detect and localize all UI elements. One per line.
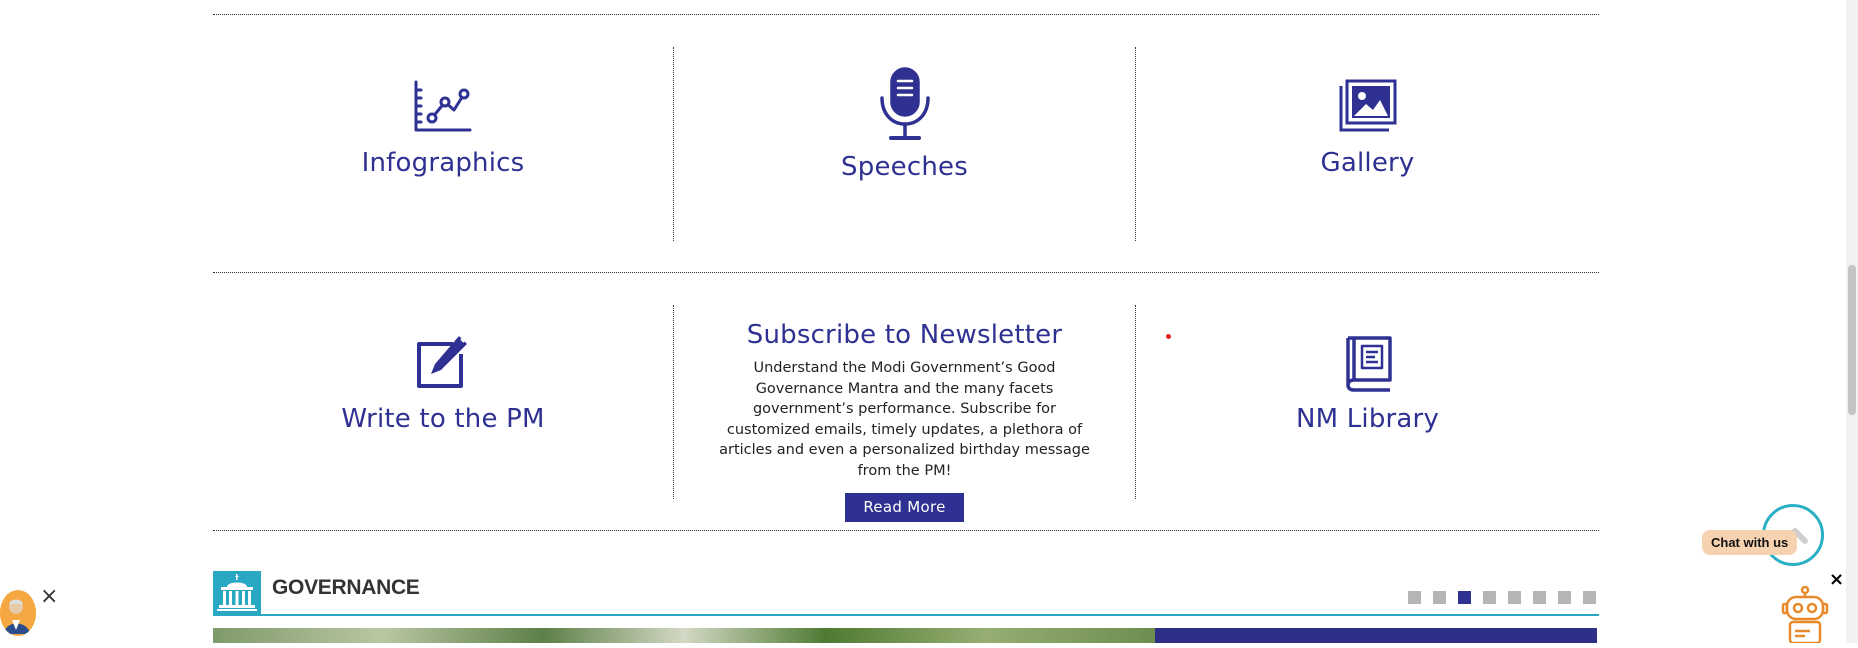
page-scrollbar[interactable] <box>1846 0 1858 643</box>
carousel-dot-8[interactable] <box>1583 591 1596 604</box>
read-more-button[interactable]: Read More <box>845 493 964 522</box>
write-to-pm-label: Write to the PM <box>341 404 545 434</box>
divider-top <box>213 14 1599 15</box>
government-building-icon <box>213 571 261 615</box>
divider-middle <box>213 272 1599 273</box>
tile-speeches[interactable]: Speeches <box>674 66 1135 182</box>
microphone-icon <box>674 66 1135 144</box>
carousel-dot-2[interactable] <box>1433 591 1446 604</box>
tile-write-to-pm[interactable]: Write to the PM <box>213 334 673 434</box>
carousel-dot-3[interactable] <box>1458 591 1471 604</box>
book-icon <box>1136 334 1599 392</box>
chatbot-robot[interactable] <box>1780 585 1830 645</box>
tile-newsletter: Subscribe to Newsletter Understand the M… <box>674 320 1135 522</box>
avatar-icon <box>0 591 36 635</box>
speeches-label: Speeches <box>841 152 968 182</box>
carousel-dot-1[interactable] <box>1408 591 1421 604</box>
robot-icon <box>1781 585 1829 645</box>
gallery-label: Gallery <box>1320 148 1415 178</box>
avatar-close-button[interactable]: × <box>40 584 58 609</box>
carousel-dot-4[interactable] <box>1483 591 1496 604</box>
carousel-pagination <box>1408 591 1596 609</box>
carousel-dot-6[interactable] <box>1533 591 1546 604</box>
governance-title: GOVERNANCE <box>272 576 420 599</box>
governance-underline <box>213 614 1599 616</box>
newsletter-title: Subscribe to Newsletter <box>746 320 1063 350</box>
divider-bottom <box>213 530 1599 531</box>
edit-icon <box>213 334 673 392</box>
carousel-dot-7[interactable] <box>1558 591 1571 604</box>
governance-banner-panel <box>1155 628 1597 643</box>
newsletter-description: Understand the Modi Government’s Good Go… <box>719 360 1090 479</box>
chat-close-button[interactable]: × <box>1829 569 1844 590</box>
tile-nm-library[interactable]: NM Library <box>1136 334 1599 434</box>
scrollbar-thumb[interactable] <box>1848 265 1856 415</box>
tile-infographics[interactable]: Infographics <box>213 78 673 178</box>
nm-library-label: NM Library <box>1295 404 1440 434</box>
carousel-dot-5[interactable] <box>1508 591 1521 604</box>
chart-icon <box>213 78 673 134</box>
gallery-icon <box>1136 78 1599 134</box>
chat-with-us-button[interactable]: Chat with us <box>1702 530 1798 555</box>
governance-banner-image[interactable] <box>213 628 1155 643</box>
avatar[interactable] <box>0 590 36 636</box>
infographics-label: Infographics <box>361 148 525 178</box>
tile-gallery[interactable]: Gallery <box>1136 78 1599 178</box>
